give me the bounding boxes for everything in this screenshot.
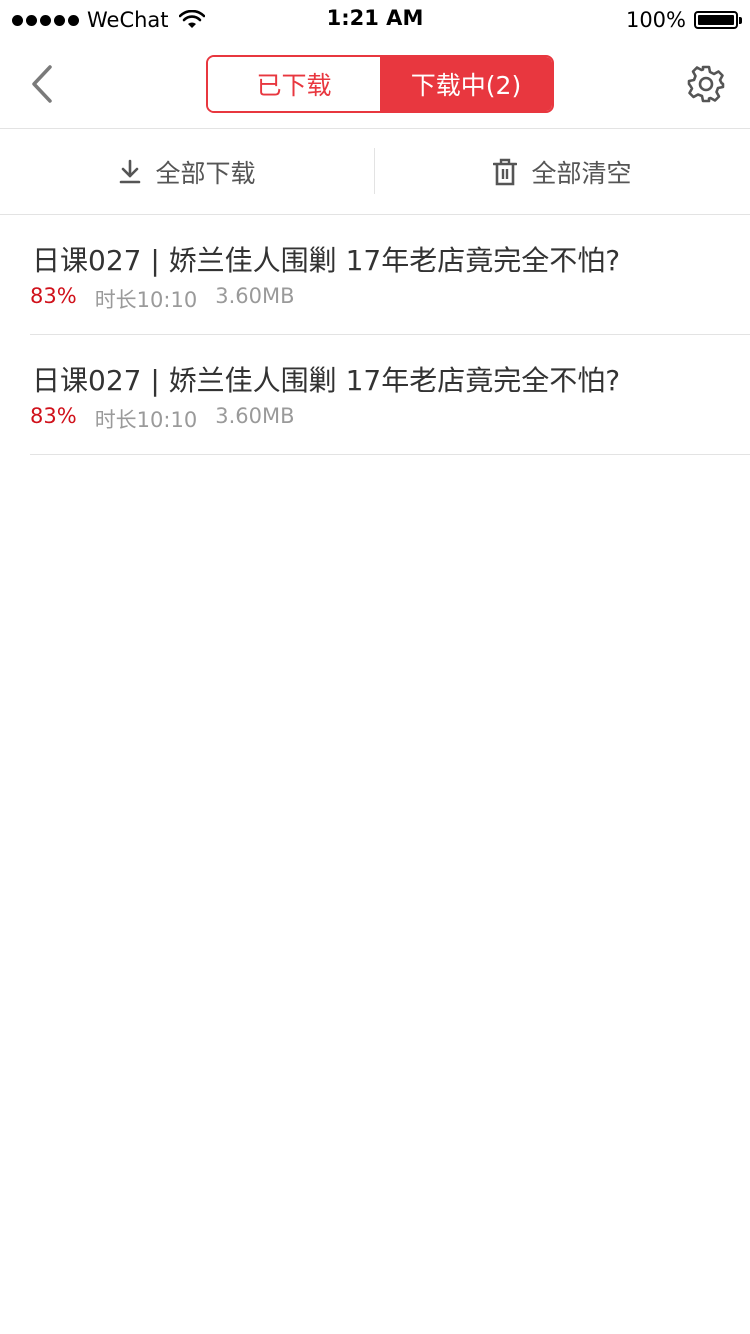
tab-downloaded[interactable]: 已下载 (208, 57, 380, 111)
download-list: 日课027 | 娇兰佳人围剿 17年老店竟完全不怕? 83% 时长10:10 3… (0, 215, 750, 455)
item-duration: 时长10:10 (94, 288, 198, 312)
action-bar: 全部下载 全部清空 (0, 129, 750, 215)
clear-all-button[interactable]: 全部清空 (375, 129, 750, 214)
clear-all-label: 全部清空 (531, 158, 632, 188)
list-item[interactable]: 日课027 | 娇兰佳人围剿 17年老店竟完全不怕? 83% 时长10:10 3… (30, 335, 750, 455)
settings-button[interactable] (684, 62, 728, 106)
item-duration: 时长10:10 (94, 408, 198, 432)
item-meta: 83% 时长10:10 3.60MB (30, 284, 295, 314)
download-all-label: 全部下载 (155, 158, 256, 188)
item-size: 3.60MB (215, 284, 295, 308)
status-right: 100% (625, 6, 742, 34)
action-divider (374, 148, 375, 194)
trash-icon (493, 158, 518, 185)
item-title: 日课027 | 娇兰佳人围剿 17年老店竟完全不怕? (32, 364, 621, 397)
download-progress: 83% (30, 284, 77, 308)
download-tabs: 已下载 下载中(2) (206, 55, 554, 113)
list-item[interactable]: 日课027 | 娇兰佳人围剿 17年老店竟完全不怕? 83% 时长10:10 3… (30, 215, 750, 335)
download-all-button[interactable]: 全部下载 (0, 129, 375, 214)
battery-icon (694, 11, 742, 29)
status-bar: WeChat 1:21 AM 100% (0, 0, 750, 40)
item-title: 日课027 | 娇兰佳人围剿 17年老店竟完全不怕? (32, 244, 621, 277)
battery-percent: 100% (625, 8, 686, 32)
item-meta: 83% 时长10:10 3.60MB (30, 404, 295, 434)
chevron-left-icon (32, 65, 52, 103)
nav-bar: 已下载 下载中(2) (0, 40, 750, 129)
download-icon (120, 159, 141, 183)
gear-icon (687, 65, 725, 103)
item-size: 3.60MB (215, 404, 295, 428)
download-progress: 83% (30, 404, 77, 428)
tab-downloading[interactable]: 下载中(2) (380, 57, 552, 111)
back-button[interactable] (22, 60, 62, 108)
